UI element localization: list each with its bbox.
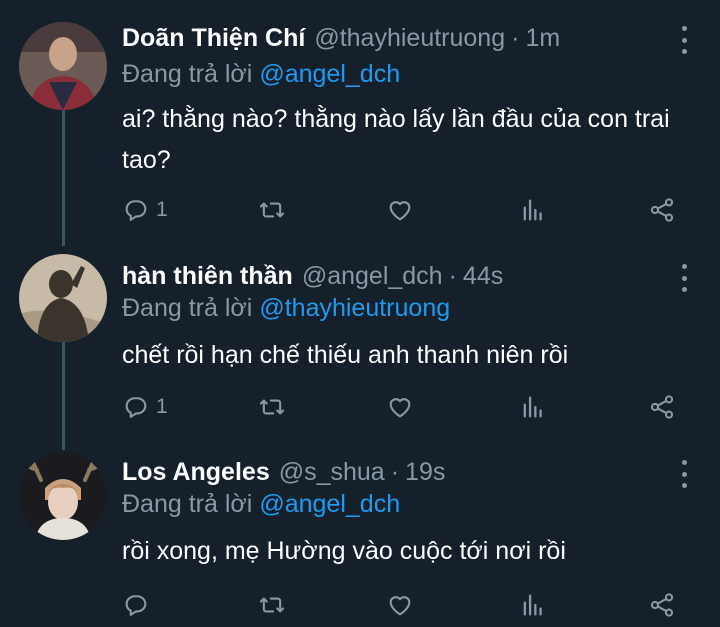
retweet-button[interactable] xyxy=(258,390,286,424)
timestamp[interactable]: 19s xyxy=(405,458,445,487)
mention-link[interactable]: @angel_dch xyxy=(259,60,400,88)
action-bar xyxy=(122,588,682,622)
tweet-text: ai? thằng nào? thằng nào lấy lần đầu của… xyxy=(122,105,670,174)
analytics-icon xyxy=(523,396,542,418)
reply-icon xyxy=(125,200,147,221)
tweet[interactable]: Doãn Thiện Chí @thayhieutruong · 1m Đang… xyxy=(0,22,720,232)
display-name[interactable]: Doãn Thiện Chí xyxy=(122,24,305,53)
reply-button[interactable]: 1 xyxy=(122,390,168,424)
share-icon xyxy=(650,593,674,617)
reply-button[interactable] xyxy=(122,588,156,622)
retweet-icon xyxy=(259,202,285,218)
more-icon[interactable] xyxy=(674,264,694,292)
tweet-text: chết rồi hạn chế thiếu anh thanh niên rồ… xyxy=(122,341,569,369)
share-icon xyxy=(650,395,674,419)
reply-count: 1 xyxy=(156,395,168,418)
separator: · xyxy=(448,262,457,290)
tweet[interactable]: hàn thiên thần @angel_dch · 44s Đang trả… xyxy=(0,254,720,444)
retweet-icon xyxy=(259,399,285,415)
analytics-icon xyxy=(523,594,542,616)
reply-button[interactable]: 1 xyxy=(122,193,168,227)
separator: · xyxy=(390,458,400,486)
mention-link[interactable]: @angel_dch xyxy=(259,490,400,518)
like-icon xyxy=(389,596,411,616)
timestamp[interactable]: 1m xyxy=(525,24,560,53)
avatar[interactable] xyxy=(19,452,107,540)
share-button[interactable] xyxy=(648,588,676,622)
user-handle[interactable]: @thayhieutruong xyxy=(314,24,505,53)
action-bar: 1 xyxy=(122,390,682,424)
avatar[interactable] xyxy=(19,254,107,342)
reply-icon xyxy=(125,595,147,616)
display-name[interactable]: Los Angeles xyxy=(122,458,270,487)
display-name[interactable]: hàn thiên thần xyxy=(122,262,293,291)
share-button[interactable] xyxy=(648,390,676,424)
more-icon[interactable] xyxy=(674,26,694,54)
like-icon xyxy=(389,201,411,221)
replying-prefix: Đang trả lời xyxy=(122,490,253,518)
like-button[interactable] xyxy=(386,588,414,622)
reply-count: 1 xyxy=(156,198,168,221)
analytics-button[interactable] xyxy=(519,193,547,227)
retweet-icon xyxy=(259,597,285,613)
share-button[interactable] xyxy=(648,193,676,227)
more-icon[interactable] xyxy=(674,460,694,488)
separator: · xyxy=(511,24,520,52)
avatar[interactable] xyxy=(19,22,107,110)
user-handle[interactable]: @s_shua xyxy=(279,458,385,487)
tweet-header: hàn thiên thần @angel_dch · 44s xyxy=(122,262,503,298)
replying-prefix: Đang trả lời xyxy=(122,60,253,88)
replying-to: Đang trả lời @angel_dch xyxy=(122,490,400,519)
analytics-icon xyxy=(523,199,542,221)
retweet-button[interactable] xyxy=(258,193,286,227)
replying-to: Đang trả lời @angel_dch xyxy=(122,60,400,89)
user-handle[interactable]: @angel_dch xyxy=(302,262,443,291)
action-bar: 1 xyxy=(122,193,682,227)
analytics-button[interactable] xyxy=(519,588,547,622)
analytics-button[interactable] xyxy=(519,390,547,424)
replying-prefix: Đang trả lời xyxy=(122,294,253,322)
share-icon xyxy=(650,198,674,222)
like-button[interactable] xyxy=(386,193,414,227)
retweet-button[interactable] xyxy=(258,588,286,622)
tweet-text: rồi xong, mẹ Hường vào cuộc tới nơi rồi xyxy=(122,537,566,565)
like-icon xyxy=(389,398,411,418)
tweet-header: Los Angeles @s_shua · 19s xyxy=(122,458,445,494)
tweet[interactable]: Los Angeles @s_shua · 19s Đang trả lời @a… xyxy=(0,452,720,627)
like-button[interactable] xyxy=(386,390,414,424)
tweet-header: Doãn Thiện Chí @thayhieutruong · 1m xyxy=(122,24,560,60)
mention-link[interactable]: @thayhieutruong xyxy=(259,294,450,322)
timestamp[interactable]: 44s xyxy=(463,262,503,291)
replying-to: Đang trả lời @thayhieutruong xyxy=(122,294,450,323)
reply-icon xyxy=(125,397,147,418)
